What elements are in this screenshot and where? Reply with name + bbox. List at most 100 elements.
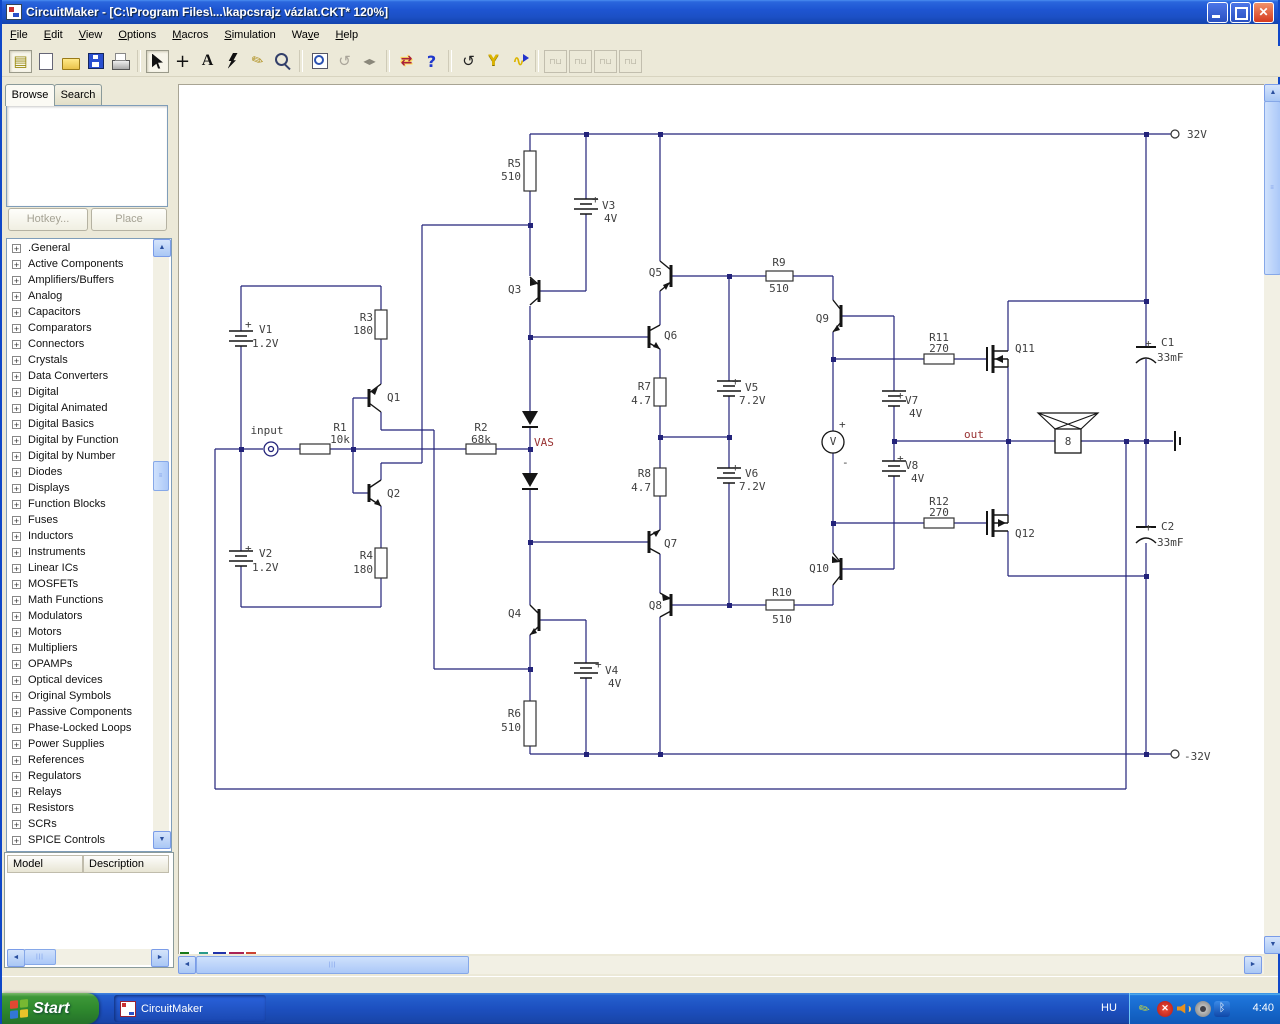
expand-icon[interactable]: + [12,804,21,814]
wire-tool-icon[interactable] [171,50,194,73]
description-column-header[interactable]: Description [83,855,169,873]
tree-item-optical-devices[interactable]: + Optical devices [7,673,171,689]
scroll-down-icon[interactable]: ▼ [1264,936,1280,954]
model-scroll-left-icon[interactable]: ◄ [7,949,25,967]
expand-icon[interactable]: + [12,772,21,782]
expand-icon[interactable]: + [12,436,21,446]
tree-item-references[interactable]: + References [7,753,171,769]
taskbar-item-circuitmaker[interactable]: CircuitMaker [114,995,266,1022]
tree-item-displays[interactable]: + Displays [7,481,171,497]
volume-icon[interactable] [1176,1001,1192,1017]
tree-item-multipliers[interactable]: + Multipliers [7,641,171,657]
tree-item-data-converters[interactable]: + Data Converters [7,369,171,385]
tree-item--general[interactable]: + .General [7,241,171,257]
horizontal-scrollbar[interactable]: ◄ ||| ► [178,956,1264,974]
tree-item-regulators[interactable]: + Regulators [7,769,171,785]
language-indicator[interactable]: HU [1094,993,1124,1024]
expand-icon[interactable]: + [12,596,21,606]
waveform-probe-icon[interactable] [507,50,530,73]
expand-icon[interactable]: + [12,276,21,286]
horizontal-scrollbar-thumb[interactable]: ||| [196,956,469,974]
tree-scroll-down-icon[interactable]: ▼ [153,831,171,849]
security-alert-icon[interactable]: ✕ [1157,1000,1173,1017]
tree-item-crystals[interactable]: + Crystals [7,353,171,369]
expand-icon[interactable]: + [12,468,21,478]
scroll-left-icon[interactable]: ◄ [178,956,196,974]
tree-item-phase-locked-loops[interactable]: + Phase-Locked Loops [7,721,171,737]
expand-icon[interactable]: + [12,564,21,574]
transistor-symbols[interactable] [367,260,843,636]
menu-view[interactable]: View [71,26,111,44]
tab-search[interactable]: Search [54,84,102,105]
expand-icon[interactable]: + [12,724,21,734]
menu-wave[interactable]: Wave [284,26,328,44]
ground-symbol[interactable] [1174,431,1181,451]
expand-icon[interactable]: + [12,324,21,334]
clock[interactable]: 4:40 [1253,993,1274,1024]
menu-edit[interactable]: Edit [36,26,71,44]
text-tool-icon[interactable] [196,50,219,73]
tree-item-original-symbols[interactable]: + Original Symbols [7,689,171,705]
tree-item-digital[interactable]: + Digital [7,385,171,401]
tree-item-modulators[interactable]: + Modulators [7,609,171,625]
hotkey-button[interactable]: Hotkey... [8,208,88,231]
mirror-icon[interactable] [358,50,381,73]
expand-icon[interactable]: + [12,308,21,318]
cursor-tool-icon[interactable] [146,49,169,73]
simulation-setup-icon[interactable] [395,50,418,73]
tree-item-amplifiers-buffers[interactable]: + Amplifiers/Buffers [7,273,171,289]
expand-icon[interactable]: + [12,756,21,766]
expand-icon[interactable]: + [12,420,21,430]
expand-icon[interactable]: + [12,708,21,718]
restore-button[interactable] [1230,1,1251,23]
bluetooth-icon[interactable]: ᛒ [1214,1000,1230,1017]
menu-simulation[interactable]: Simulation [216,26,283,44]
scroll-up-icon[interactable]: ▲ [1264,84,1280,102]
tree-scroll-up-icon[interactable]: ▲ [153,239,171,257]
expand-icon[interactable]: + [12,388,21,398]
close-button[interactable]: ✕ [1253,1,1274,23]
schematic-drawing[interactable] [179,85,1265,955]
tree-item-connectors[interactable]: + Connectors [7,337,171,353]
expand-icon[interactable]: + [12,820,21,830]
scope-c-icon[interactable] [594,49,617,73]
model-scroll-right-icon[interactable]: ► [151,949,169,967]
expand-icon[interactable]: + [12,628,21,638]
options-wrench-icon[interactable] [482,50,505,73]
menu-options[interactable]: Options [110,26,164,44]
tree-item-motors[interactable]: + Motors [7,625,171,641]
expand-icon[interactable]: + [12,836,21,846]
scope-b-icon[interactable] [569,49,592,73]
new-file-icon[interactable] [34,50,57,73]
vertical-scrollbar[interactable]: ▲ ≡ ▼ [1264,84,1280,954]
tree-item-capacitors[interactable]: + Capacitors [7,305,171,321]
model-column-header[interactable]: Model [7,855,83,873]
expand-icon[interactable]: + [12,580,21,590]
minimize-button[interactable] [1207,1,1228,23]
expand-icon[interactable]: + [12,548,21,558]
expand-icon[interactable]: + [12,644,21,654]
pen-tablet-icon[interactable] [1138,1001,1154,1017]
expand-icon[interactable]: + [12,660,21,670]
menu-file[interactable]: File [2,26,36,44]
tree-item-opamps[interactable]: + OPAMPs [7,657,171,673]
zoom-window-icon[interactable] [308,50,331,73]
model-scrollbar-thumb[interactable]: ||| [24,949,56,965]
rotate-icon[interactable] [333,50,356,73]
place-button[interactable]: Place [91,208,167,231]
expand-icon[interactable]: + [12,484,21,494]
tree-item-diodes[interactable]: + Diodes [7,465,171,481]
expand-icon[interactable]: + [12,788,21,798]
speaker-symbol[interactable] [1036,412,1100,454]
expand-icon[interactable]: + [12,356,21,366]
schematic-workspace[interactable]: input R1 10k R2 68k VAS out + V1 1.2V + V2 1.2V R3 180… [178,84,1264,954]
reset-icon[interactable] [457,50,480,73]
zoom-tool-icon[interactable] [271,50,294,73]
tree-item-passive-components[interactable]: + Passive Components [7,705,171,721]
scroll-right-icon[interactable]: ► [1244,956,1262,974]
tree-item-math-functions[interactable]: + Math Functions [7,593,171,609]
tree-item-comparators[interactable]: + Comparators [7,321,171,337]
expand-icon[interactable]: + [12,612,21,622]
tree-item-inductors[interactable]: + Inductors [7,529,171,545]
menu-help[interactable]: Help [327,26,366,44]
